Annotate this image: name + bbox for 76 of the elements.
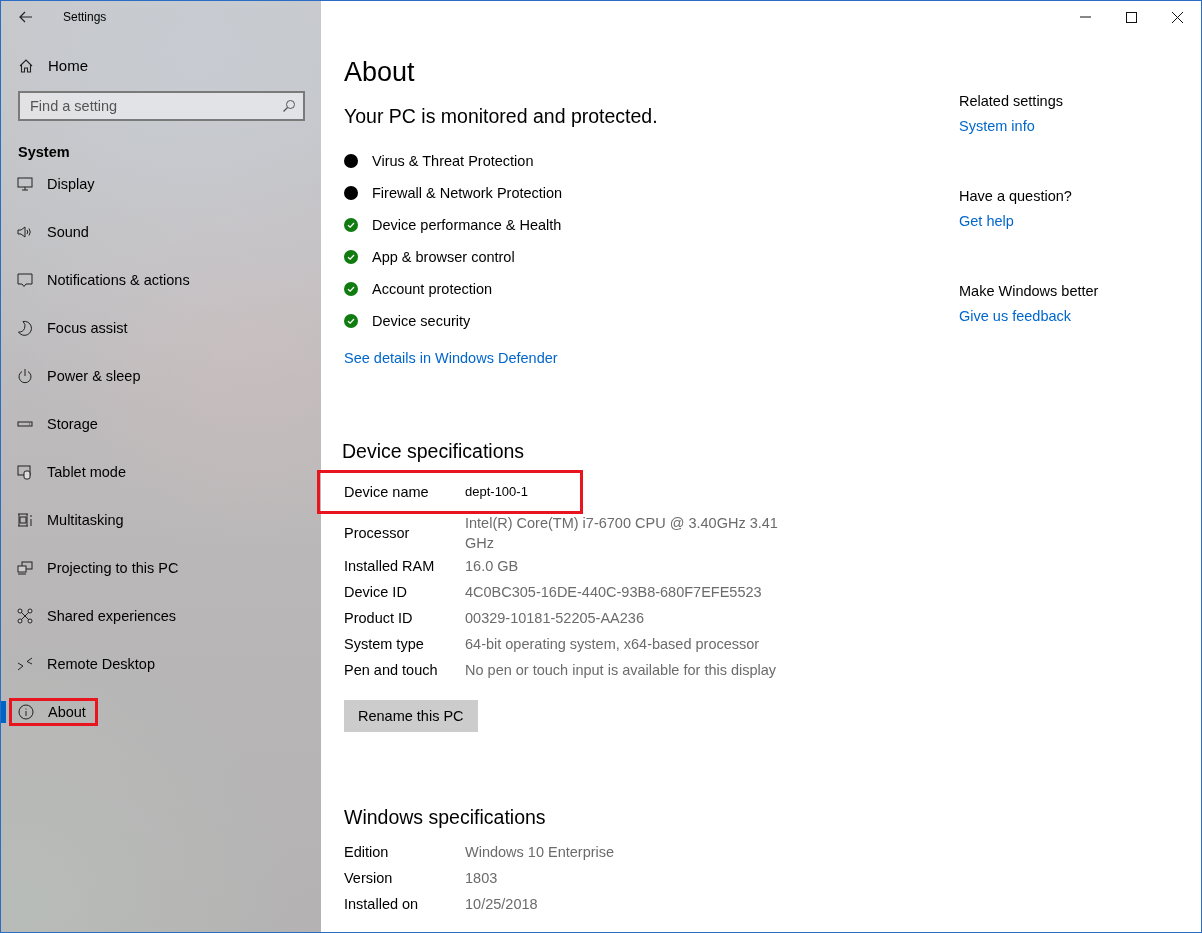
page-title: About: [344, 57, 416, 88]
status-dot-icon: [344, 154, 358, 168]
spec-value: 16.0 GB: [465, 557, 520, 576]
related-link[interactable]: Get help: [959, 213, 1099, 229]
home-link[interactable]: Home: [16, 57, 90, 74]
security-item: App & browser control: [372, 249, 515, 265]
sidebar-item[interactable]: Multitasking: [9, 508, 134, 532]
close-icon[interactable]: [1172, 11, 1183, 23]
security-item: Account protection: [372, 281, 493, 297]
spec-value: Windows 10 Enterprise: [465, 843, 616, 862]
section-heading: System: [18, 144, 71, 160]
info-icon: [18, 704, 34, 720]
spec-value: 00329-10181-52205-AA236: [465, 609, 645, 628]
spec-label: Installed RAM: [344, 558, 436, 574]
monitor-icon: [17, 176, 33, 192]
share-nodes-icon: [17, 608, 33, 624]
sidebar-item[interactable]: Remote Desktop: [9, 652, 165, 676]
spec-value: 64-bit operating system, x64-based processor: [465, 635, 761, 654]
remote-arrows-icon: [17, 656, 33, 672]
security-item: Firewall & Network Protection: [372, 185, 563, 201]
related-heading: Related settings: [959, 93, 1064, 109]
moon-icon: [17, 320, 33, 336]
sidebar-item[interactable]: Display: [9, 172, 105, 196]
defender-link[interactable]: See details in Windows Defender: [344, 350, 558, 366]
search-field[interactable]: Find a setting: [18, 91, 305, 121]
spec-label: Installed on: [344, 896, 420, 912]
related-link[interactable]: System info: [959, 118, 1099, 134]
speech-bubble-icon: [17, 272, 33, 288]
spec-label: Device ID: [344, 584, 408, 600]
search-icon: [282, 99, 296, 113]
sidebar-item[interactable]: Storage: [9, 412, 108, 436]
sidebar-item[interactable]: Projecting to this PC: [9, 556, 189, 580]
projection-icon: [17, 560, 33, 576]
spec-value: 1803: [465, 869, 499, 888]
spec-label: Product ID: [344, 610, 414, 626]
rename-button[interactable]: Rename this PC: [344, 700, 478, 732]
spec-value: Intel(R) Core(TM) i7-6700 CPU @ 3.40GHz 3.41 GHz: [465, 514, 779, 553]
power-icon: [17, 368, 33, 384]
spec-label: Edition: [344, 844, 390, 860]
home-icon: [18, 57, 34, 74]
spec-value: 10/25/2018: [465, 895, 539, 914]
sidebar-item[interactable]: Shared experiences: [9, 604, 186, 628]
check-circle-icon: [344, 218, 358, 232]
check-circle-icon: [344, 250, 358, 264]
security-item: Device performance & Health: [372, 217, 562, 233]
sidebar-item[interactable]: Focus assist: [9, 316, 138, 340]
related-heading: Make Windows better: [959, 283, 1099, 299]
check-circle-icon: [344, 314, 358, 328]
maximize-icon[interactable]: [1126, 11, 1137, 23]
spec-value: No pen or touch input is available for this display: [465, 661, 778, 680]
section-heading: Windows specifications: [344, 806, 547, 829]
tablet-icon: [17, 464, 33, 480]
spec-value: dept-100-1: [465, 483, 529, 501]
security-heading: Your PC is monitored and protected.: [344, 105, 659, 128]
related-heading: Have a question?: [959, 188, 1073, 204]
check-circle-icon: [344, 282, 358, 296]
security-item: Device security: [372, 313, 471, 329]
spec-label: Device name: [344, 484, 430, 500]
security-item: Virus & Threat Protection: [372, 153, 534, 169]
speaker-icon: [17, 224, 33, 240]
window-title: Settings: [63, 10, 107, 24]
spec-value: 4C0BC305-16DE-440C-93B8-680F7EFE5523: [465, 583, 763, 602]
section-heading: Device specifications: [342, 440, 526, 463]
spec-label: System type: [344, 636, 425, 652]
sidebar-item[interactable]: Power & sleep: [9, 364, 151, 388]
sidebar-item[interactable]: Sound: [9, 220, 99, 244]
back-arrow-icon[interactable]: [19, 11, 33, 23]
spec-label: Processor: [344, 525, 411, 541]
sidebar-item[interactable]: Tablet mode: [9, 460, 136, 484]
status-dot-icon: [344, 186, 358, 200]
related-link[interactable]: Give us feedback: [959, 308, 1099, 324]
spec-label: Version: [344, 870, 394, 886]
multitasking-icon: [17, 512, 33, 528]
spec-label: Pen and touch: [344, 662, 439, 678]
sidebar-item[interactable]: Notifications & actions: [9, 268, 200, 292]
sidebar-item[interactable]: About: [9, 698, 98, 726]
